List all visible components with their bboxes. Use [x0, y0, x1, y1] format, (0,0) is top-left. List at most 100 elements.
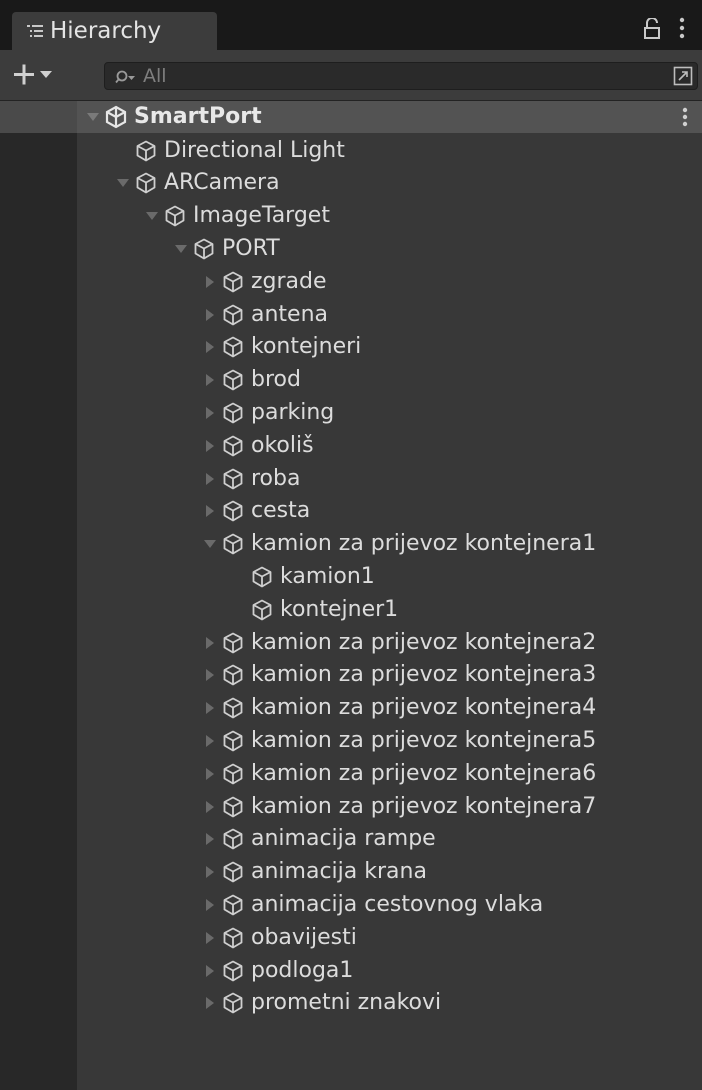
lock-icon[interactable] — [643, 18, 661, 40]
gameobject-cube-icon — [221, 400, 251, 426]
collapse-arrow-icon[interactable] — [199, 927, 221, 949]
tree-item[interactable]: okoliš — [199, 429, 314, 462]
collapse-arrow-icon[interactable] — [199, 894, 221, 916]
tree-item[interactable]: kamion za prijevoz kontejnera4 — [199, 692, 596, 725]
tree-item[interactable]: PORT — [170, 232, 280, 265]
hierarchy-list-icon — [27, 25, 43, 37]
hierarchy-tree: SmartPort Directional Light ARCamera Image… — [0, 101, 702, 1090]
tree-item-label: kamion za prijevoz kontejnera1 — [251, 531, 597, 557]
tree-item-label: obavijesti — [251, 924, 357, 950]
collapse-arrow-icon[interactable] — [199, 828, 221, 850]
gameobject-cube-icon — [221, 662, 251, 688]
tree-item[interactable]: roba — [199, 462, 300, 495]
collapse-arrow-icon[interactable] — [199, 730, 221, 752]
gameobject-cube-icon — [221, 990, 251, 1016]
gameobject-cube-icon — [221, 925, 251, 951]
tree-item[interactable]: ARCamera — [112, 167, 280, 200]
collapse-arrow-icon[interactable] — [199, 992, 221, 1014]
scene-row[interactable]: SmartPort — [0, 101, 702, 133]
gameobject-cube-icon — [221, 630, 251, 656]
tree-item-label: ImageTarget — [193, 203, 330, 229]
collapse-arrow-icon[interactable] — [199, 435, 221, 457]
unity-scene-icon — [104, 104, 134, 130]
tree-item[interactable]: cesta — [199, 495, 310, 528]
kebab-menu-icon[interactable] — [678, 16, 686, 40]
tree-item-label: kamion za prijevoz kontejnera2 — [251, 629, 597, 655]
scene-header: SmartPort — [82, 101, 262, 133]
tree-item[interactable]: antena — [199, 298, 328, 331]
collapse-arrow-icon[interactable] — [199, 271, 221, 293]
search-field[interactable] — [104, 62, 698, 90]
tree-item[interactable]: kamion za prijevoz kontejnera7 — [199, 790, 596, 823]
collapse-arrow-icon[interactable] — [199, 632, 221, 654]
gameobject-cube-icon — [221, 695, 251, 721]
tree-item[interactable]: ImageTarget — [141, 200, 330, 233]
tree-item[interactable]: kamion1 — [228, 560, 375, 593]
tree-item-label: kontejneri — [251, 334, 362, 360]
collapse-arrow-icon[interactable] — [199, 500, 221, 522]
tab-bar: Hierarchy — [0, 0, 702, 50]
kebab-menu-icon[interactable] — [681, 105, 689, 129]
tree-item[interactable]: kamion za prijevoz kontejnera1 — [199, 528, 596, 561]
tree-item-label: kamion za prijevoz kontejnera7 — [251, 793, 597, 819]
collapse-arrow-icon[interactable] — [199, 796, 221, 818]
tree-item-label: kamion za prijevoz kontejnera3 — [251, 662, 597, 688]
tree-item[interactable]: podloga1 — [199, 954, 353, 987]
tree-item-label: parking — [251, 399, 335, 425]
collapse-arrow-icon[interactable] — [199, 664, 221, 686]
search-filter-icon[interactable] — [115, 68, 137, 86]
expand-arrow-icon[interactable] — [199, 533, 221, 555]
tree-item[interactable]: kamion za prijevoz kontejnera5 — [199, 724, 596, 757]
tree-item[interactable]: Directional Light — [112, 134, 345, 167]
tree-item-label: ARCamera — [164, 170, 280, 196]
expand-arrow-icon[interactable] — [112, 172, 134, 194]
gameobject-cube-icon — [221, 826, 251, 852]
tree-item-label: zgrade — [251, 268, 327, 294]
collapse-arrow-icon[interactable] — [199, 304, 221, 326]
tree-item[interactable]: prometni znakovi — [199, 987, 441, 1020]
tree-item[interactable]: kontejner1 — [228, 593, 398, 626]
collapse-arrow-icon[interactable] — [199, 468, 221, 490]
tree-item[interactable]: animacija cestovnog vlaka — [199, 888, 543, 921]
tree-item-label: okoliš — [251, 432, 314, 458]
gameobject-cube-icon — [221, 892, 251, 918]
tree-item-label: roba — [251, 465, 301, 491]
tree-item[interactable]: kamion za prijevoz kontejnera3 — [199, 659, 596, 692]
tree-item-label: kontejner1 — [280, 596, 399, 622]
expand-arrow-icon[interactable] — [141, 205, 163, 227]
collapse-arrow-icon[interactable] — [199, 336, 221, 358]
tree-item[interactable]: zgrade — [199, 265, 327, 298]
gameobject-cube-icon — [221, 498, 251, 524]
tree-item[interactable]: kamion za prijevoz kontejnera2 — [199, 626, 596, 659]
gameobject-cube-icon — [221, 269, 251, 295]
tree-item-label: prometni znakovi — [251, 990, 442, 1016]
gameobject-cube-icon — [221, 761, 251, 787]
tree-item[interactable]: animacija rampe — [199, 823, 436, 856]
tab-hierarchy[interactable]: Hierarchy — [12, 12, 217, 50]
gameobject-cube-icon — [221, 859, 251, 885]
collapse-arrow-icon[interactable] — [199, 369, 221, 391]
tree-item-label: kamion za prijevoz kontejnera6 — [251, 760, 597, 786]
gameobject-cube-icon — [250, 597, 280, 623]
tree-item[interactable]: obavijesti — [199, 921, 357, 954]
expand-window-icon[interactable] — [673, 66, 693, 86]
expand-arrow-icon[interactable] — [170, 238, 192, 260]
search-input[interactable] — [143, 63, 643, 89]
gameobject-cube-icon — [221, 958, 251, 984]
collapse-arrow-icon[interactable] — [199, 861, 221, 883]
collapse-arrow-icon[interactable] — [199, 402, 221, 424]
tree-item[interactable]: kontejneri — [199, 331, 361, 364]
gameobject-cube-icon — [221, 302, 251, 328]
tree-gutter — [0, 101, 77, 1090]
expand-arrow-icon[interactable] — [82, 106, 104, 128]
tree-item[interactable]: animacija krana — [199, 856, 427, 889]
collapse-arrow-icon[interactable] — [199, 697, 221, 719]
collapse-arrow-icon[interactable] — [199, 960, 221, 982]
collapse-arrow-icon[interactable] — [199, 763, 221, 785]
plus-dropdown-icon[interactable] — [8, 62, 80, 88]
tree-item[interactable]: brod — [199, 364, 301, 397]
tree-item-label: kamion za prijevoz kontejnera4 — [251, 695, 597, 721]
tree-item[interactable]: parking — [199, 396, 334, 429]
tree-item[interactable]: kamion za prijevoz kontejnera6 — [199, 757, 596, 790]
tree-item-label: Directional Light — [164, 137, 345, 163]
